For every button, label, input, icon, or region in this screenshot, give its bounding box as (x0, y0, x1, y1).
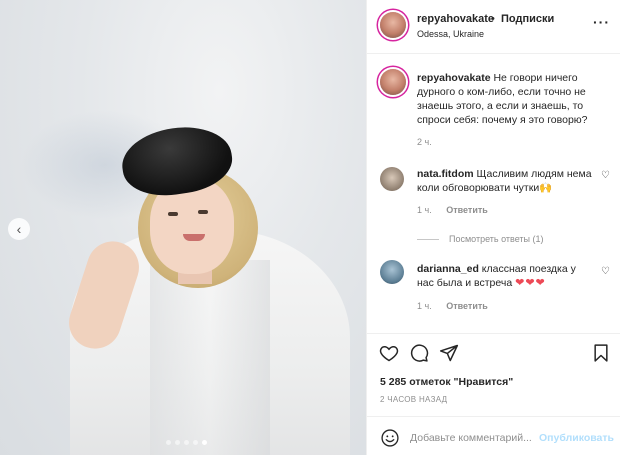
post-photo[interactable]: ‹ (0, 0, 366, 455)
carousel-dot (175, 440, 180, 445)
view-replies-button[interactable]: Посмотреть ответы (1) (417, 234, 544, 244)
carousel-dot (184, 440, 189, 445)
add-comment-bar: Опубликовать (367, 416, 620, 455)
comment-username[interactable]: darianna_ed (417, 263, 479, 275)
photo-dress-fold (150, 260, 270, 455)
caption-username[interactable]: repyahovakate (417, 72, 491, 84)
replies-line (417, 238, 439, 240)
comments-list: repyahovakate Не говори ничего дурного о… (367, 55, 620, 333)
photo-eye-left (168, 212, 178, 216)
reply-button[interactable]: Ответить (446, 301, 488, 311)
caption-time: 2 ч. (417, 137, 432, 147)
emoji-icon[interactable] (380, 428, 400, 448)
header-separator: • (491, 13, 495, 25)
comment-time: 1 ч. (417, 301, 432, 311)
comment-username[interactable]: nata.fitdom (417, 168, 474, 180)
post-location[interactable]: Odessa, Ukraine (417, 29, 484, 39)
red-heart-emoji: ❤❤❤ (515, 277, 546, 289)
caption-text-block: repyahovakate Не говори ничего дурного о… (417, 71, 613, 127)
commenter-avatar[interactable] (380, 167, 404, 191)
post-time[interactable]: 2 ЧАСОВ НАЗАД (380, 395, 447, 404)
carousel-dot (166, 440, 171, 445)
photo-eye-right (198, 210, 208, 214)
post-header: repyahovakate • Подписки Odessa, Ukraine… (367, 0, 620, 54)
author-username[interactable]: repyahovakate (417, 13, 494, 25)
share-icon[interactable] (439, 343, 459, 363)
like-comment-heart-icon[interactable]: ♡ (601, 266, 610, 277)
author-avatar[interactable] (380, 12, 406, 38)
publish-button[interactable]: Опубликовать (539, 432, 614, 444)
carousel-dots (166, 440, 207, 445)
comment-time: 1 ч. (417, 205, 432, 215)
carousel-dot (193, 440, 198, 445)
comment-meta: 1 ч. Ответить (417, 301, 488, 311)
following-button[interactable]: Подписки (501, 13, 554, 25)
like-comment-heart-icon[interactable]: ♡ (601, 170, 610, 181)
carousel-dot-active (202, 440, 207, 445)
instagram-post: ‹ repyahovakate • Подписки Odessa, Ukrai… (0, 0, 620, 455)
chevron-left-icon[interactable]: ‹ (8, 218, 30, 240)
likes-count[interactable]: 5 285 отметок "Нравится" (380, 376, 513, 388)
post-side-panel: repyahovakate • Подписки Odessa, Ukraine… (366, 0, 620, 455)
view-replies-label: Посмотреть ответы (1) (449, 234, 544, 244)
more-horizontal-icon[interactable]: ··· (593, 14, 610, 30)
comment-text-block: darianna_ed классная поездка у нас была … (417, 262, 595, 290)
heart-icon[interactable] (379, 343, 399, 363)
post-actions: 5 285 отметок "Нравится" 2 ЧАСОВ НАЗАД О… (367, 333, 620, 455)
bookmark-icon[interactable] (591, 343, 611, 363)
photo-mouth (183, 234, 205, 241)
comment-icon[interactable] (409, 343, 429, 363)
caption-avatar[interactable] (380, 69, 406, 95)
add-comment-input[interactable] (410, 432, 538, 444)
comment-meta: 1 ч. Ответить (417, 205, 488, 215)
comment-text-block: nata.fitdom Щасливим людям нема коли обг… (417, 167, 595, 195)
reply-button[interactable]: Ответить (446, 205, 488, 215)
commenter-avatar[interactable] (380, 260, 404, 284)
